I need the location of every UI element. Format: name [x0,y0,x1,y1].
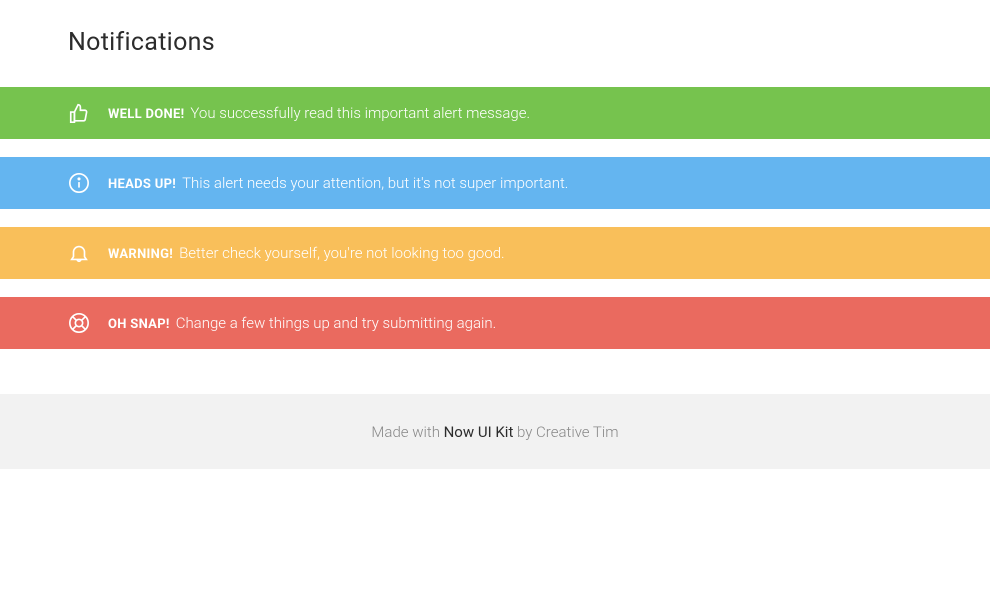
alert-warning: WARNING! Better check yourself, you're n… [0,227,990,279]
alert-message: Better check yourself, you're not lookin… [179,244,505,262]
alert-label: HEADS UP! [108,177,176,192]
alert-message: This alert needs your attention, but it'… [182,174,568,192]
thumbs-up-icon [68,102,90,124]
footer-suffix: by Creative Tim [513,423,618,441]
info-icon [68,172,90,194]
alert-content: OH SNAP! Change a few things up and try … [108,314,496,332]
alert-content: WELL DONE! You successfully read this im… [108,104,530,122]
alert-success: WELL DONE! You successfully read this im… [0,87,990,139]
alert-label: WARNING! [108,247,173,262]
alert-danger: OH SNAP! Change a few things up and try … [0,297,990,349]
alert-content: WARNING! Better check yourself, you're n… [108,244,505,262]
alert-message: You successfully read this important ale… [190,104,530,122]
lifebuoy-icon [68,312,90,334]
page-header: Notifications [0,0,990,87]
alert-label: OH SNAP! [108,317,170,332]
footer-prefix: Made with [371,423,443,441]
alert-info: HEADS UP! This alert needs your attentio… [0,157,990,209]
footer-link[interactable]: Now UI Kit [444,423,514,441]
alert-content: HEADS UP! This alert needs your attentio… [108,174,568,192]
alerts-container: WELL DONE! You successfully read this im… [0,87,990,349]
footer-text: Made with Now UI Kit by Creative Tim [371,423,618,441]
bell-icon [68,242,90,264]
page-title: Notifications [68,28,922,57]
alert-message: Change a few things up and try submittin… [176,314,497,332]
alert-label: WELL DONE! [108,107,184,122]
footer: Made with Now UI Kit by Creative Tim [0,394,990,469]
